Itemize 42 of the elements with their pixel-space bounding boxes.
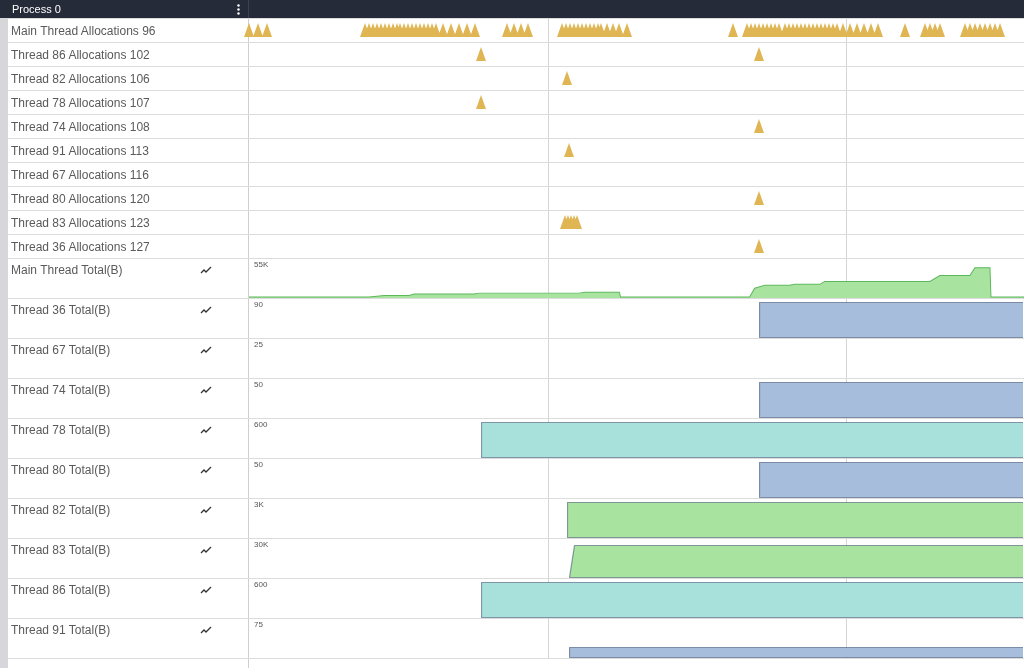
track-label: Thread 82 Allocations 106 (11, 70, 150, 88)
track-label: Thread 36 Allocations 127 (11, 238, 150, 256)
trend-icon[interactable] (200, 506, 212, 514)
track-label: Thread 78 Total(B) (11, 422, 111, 439)
scale-label: 600 (254, 421, 268, 429)
track-label: Thread 83 Total(B) (11, 542, 111, 559)
menu-icon[interactable] (237, 3, 240, 15)
track-label: Thread 86 Total(B) (11, 582, 111, 599)
scale-label: 50 (254, 381, 263, 389)
trend-icon[interactable] (200, 466, 212, 474)
track-label: Thread 67 Allocations 116 (11, 166, 149, 184)
trend-icon[interactable] (200, 386, 212, 394)
track-label: Thread 36 Total(B) (11, 302, 111, 319)
track-label: Thread 74 Allocations 108 (11, 118, 150, 136)
scale-label: 30K (254, 541, 269, 549)
track-label: Main Thread Total(B) (11, 262, 123, 279)
trend-icon[interactable] (200, 546, 212, 554)
scale-label: 600 (254, 581, 268, 589)
track-label: Thread 86 Allocations 102 (11, 46, 150, 64)
trend-icon[interactable] (200, 626, 212, 634)
track-label: Thread 83 Allocations 123 (11, 214, 150, 232)
scale-label: 55K (254, 261, 269, 269)
scale-label: 90 (254, 301, 263, 309)
track-label: Thread 80 Allocations 120 (11, 190, 150, 208)
track-label: Thread 91 Total(B) (11, 622, 111, 639)
trend-icon[interactable] (200, 346, 212, 354)
scale-label: 75 (254, 621, 263, 629)
track-label: Thread 74 Total(B) (11, 382, 111, 399)
track-label: Main Thread Allocations 96 (11, 22, 156, 40)
scale-label: 50 (254, 461, 263, 469)
trend-icon[interactable] (200, 586, 212, 594)
scale-label: 3K (254, 501, 264, 509)
trend-icon[interactable] (200, 266, 212, 274)
track-label: Thread 80 Total(B) (11, 462, 111, 479)
trend-icon[interactable] (200, 426, 212, 434)
track-label: Thread 91 Allocations 113 (11, 142, 149, 160)
track-label: Thread 67 Total(B) (11, 342, 111, 359)
process-title: Process 0 (12, 3, 61, 15)
track-label: Thread 82 Total(B) (11, 502, 111, 519)
scale-label: 25 (254, 341, 263, 349)
track-label: Thread 78 Allocations 107 (11, 94, 150, 112)
trend-icon[interactable] (200, 306, 212, 314)
